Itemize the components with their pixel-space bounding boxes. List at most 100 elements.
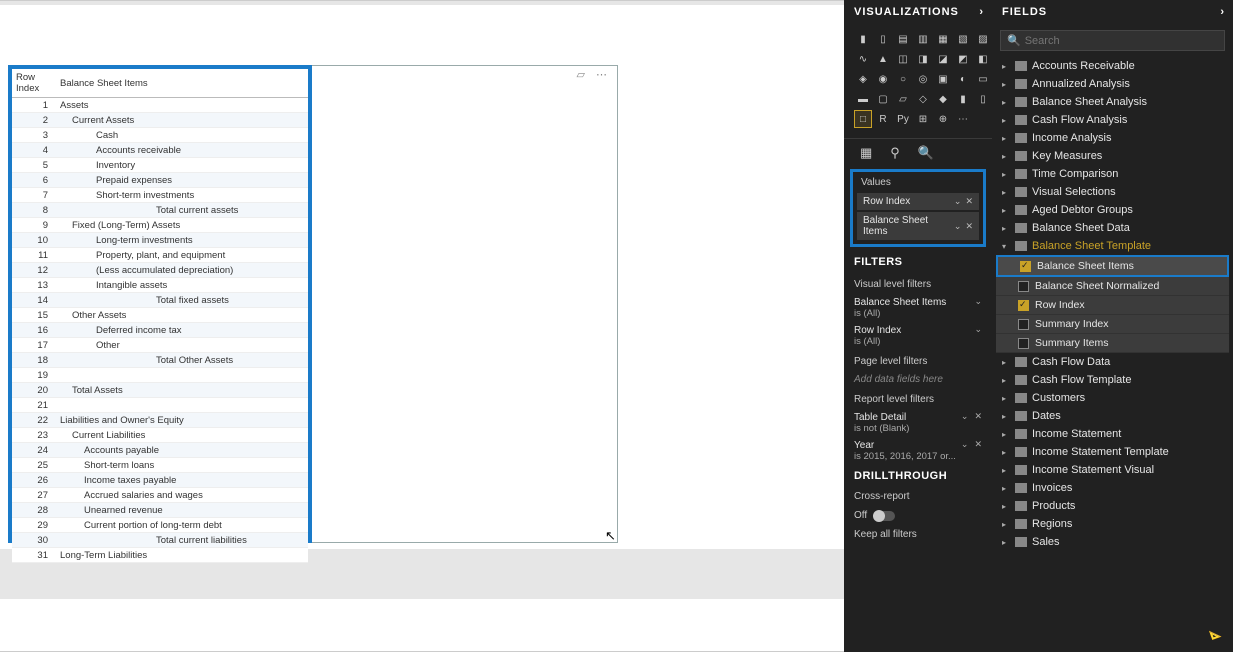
expand-icon[interactable]: ▸ <box>1002 170 1010 179</box>
tree-item[interactable]: ▸Income Statement <box>996 425 1229 443</box>
table-row[interactable]: 30Total current liabilities <box>12 533 308 548</box>
report-canvas[interactable]: ▱ ⋯ Row Index Balance Sheet Items 1Asset… <box>0 0 844 652</box>
table-row[interactable]: 7Short-term investments <box>12 188 308 203</box>
tree-item[interactable]: ▸Dates <box>996 407 1229 425</box>
chevron-down-icon[interactable]: ⌄ <box>954 196 962 207</box>
table-row[interactable]: 16Deferred income tax <box>12 323 308 338</box>
table-row[interactable]: 17Other <box>12 338 308 353</box>
viz-type-icon[interactable]: ◆ <box>934 90 952 108</box>
tree-item[interactable]: ▸Income Analysis <box>996 129 1229 147</box>
expand-icon[interactable]: ▸ <box>1002 116 1010 125</box>
viz-type-icon[interactable]: ◈ <box>854 70 872 88</box>
table-row[interactable]: 6Prepaid expenses <box>12 173 308 188</box>
table-row[interactable]: 12(Less accumulated depreciation) <box>12 263 308 278</box>
viz-type-icon[interactable]: ◎ <box>914 70 932 88</box>
col-balance-items[interactable]: Balance Sheet Items <box>56 69 308 98</box>
table-row[interactable]: 29Current portion of long-term debt <box>12 518 308 533</box>
viz-type-icon[interactable]: ◩ <box>954 50 972 68</box>
tree-item[interactable]: ▸Income Statement Visual <box>996 461 1229 479</box>
values-field-pill[interactable]: Balance Sheet Items⌄✕ <box>857 212 979 240</box>
expand-icon[interactable]: ▸ <box>1002 80 1010 89</box>
viz-type-icon[interactable]: ▢ <box>874 90 892 108</box>
field-checkbox[interactable] <box>1018 281 1029 292</box>
viz-type-icon[interactable]: ▯ <box>874 30 892 48</box>
viz-type-icon[interactable]: ▮ <box>954 90 972 108</box>
viz-type-icon[interactable]: □ <box>854 110 872 128</box>
expand-icon[interactable]: ▸ <box>1002 152 1010 161</box>
format-tab-icon[interactable]: ⚲ <box>890 145 900 161</box>
table-row[interactable]: 10Long-term investments <box>12 233 308 248</box>
table-row[interactable]: 25Short-term loans <box>12 458 308 473</box>
viz-type-icon[interactable]: ▱ <box>894 90 912 108</box>
analytics-tab-icon[interactable]: 🔍 <box>918 145 934 161</box>
table-row[interactable]: 27Accrued salaries and wages <box>12 488 308 503</box>
tree-item[interactable]: ▸Products <box>996 497 1229 515</box>
field-checkbox[interactable] <box>1020 261 1031 272</box>
expand-icon[interactable]: ▸ <box>1002 520 1010 529</box>
table-row[interactable]: 15Other Assets <box>12 308 308 323</box>
viz-type-icon[interactable]: ⊞ <box>914 110 932 128</box>
tree-item[interactable]: ▸Income Statement Template <box>996 443 1229 461</box>
viz-type-icon[interactable]: ▤ <box>894 30 912 48</box>
table-row[interactable]: 13Intangible assets <box>12 278 308 293</box>
table-row[interactable]: 28Unearned revenue <box>12 503 308 518</box>
field-checkbox[interactable] <box>1018 319 1029 330</box>
expand-icon[interactable]: ▸ <box>1002 98 1010 107</box>
visual-filter-item[interactable]: Row Index⌄is (All) <box>854 322 982 350</box>
tree-item[interactable]: ▸Sales <box>996 533 1229 551</box>
visual-filter-item[interactable]: Balance Sheet Items⌄is (All) <box>854 294 982 322</box>
table-row[interactable]: 1Assets <box>12 98 308 113</box>
viz-type-icon[interactable]: ○ <box>894 70 912 88</box>
table-visual-selected[interactable]: Row Index Balance Sheet Items 1Assets2Cu… <box>8 65 312 543</box>
table-row[interactable]: 9Fixed (Long-Term) Assets <box>12 218 308 233</box>
table-row[interactable]: 19 <box>12 368 308 383</box>
expand-icon[interactable]: ▸ <box>1002 134 1010 143</box>
viz-type-icon[interactable]: ◐ <box>954 70 972 88</box>
fields-tab-icon[interactable]: ▦ <box>860 145 872 161</box>
table-row[interactable]: 2Current Assets <box>12 113 308 128</box>
table-row[interactable]: 8Total current assets <box>12 203 308 218</box>
values-field-pill[interactable]: Row Index⌄✕ <box>857 193 979 210</box>
tree-item[interactable]: ▸Balance Sheet Data <box>996 219 1229 237</box>
expand-icon[interactable]: ▾ <box>1002 242 1010 251</box>
expand-icon[interactable]: ▸ <box>1002 358 1010 367</box>
viz-type-icon[interactable]: Py <box>894 110 912 128</box>
table-row[interactable]: 18Total Other Assets <box>12 353 308 368</box>
table-row[interactable]: 31Long-Term Liabilities <box>12 548 308 563</box>
viz-type-icon[interactable]: ∿ <box>854 50 872 68</box>
tree-item[interactable]: ▸Accounts Receivable <box>996 57 1229 75</box>
field-row[interactable]: Balance Sheet Items <box>996 255 1229 277</box>
tree-item[interactable]: ▸Cash Flow Data <box>996 353 1229 371</box>
expand-icon[interactable]: ▸ <box>1002 484 1010 493</box>
viz-type-icon[interactable]: ⋯ <box>954 110 972 128</box>
table-row[interactable]: 21 <box>12 398 308 413</box>
viz-type-icon[interactable]: ◨ <box>914 50 932 68</box>
expand-icon[interactable]: ▸ <box>1002 538 1010 547</box>
field-row[interactable]: Row Index <box>996 296 1229 315</box>
chevron-right-icon[interactable]: › <box>1220 6 1225 18</box>
expand-icon[interactable]: ▸ <box>1002 412 1010 421</box>
remove-icon[interactable]: ✕ <box>974 411 982 421</box>
viz-type-icon[interactable]: ▨ <box>974 30 992 48</box>
expand-icon[interactable]: ▸ <box>1002 502 1010 511</box>
viz-type-icon[interactable]: ⊕ <box>934 110 952 128</box>
field-row[interactable]: Summary Index <box>996 315 1229 334</box>
field-checkbox[interactable] <box>1018 300 1029 311</box>
expand-icon[interactable]: ▸ <box>1002 224 1010 233</box>
expand-icon[interactable]: ▸ <box>1002 448 1010 457</box>
add-fields-placeholder[interactable]: Add data fields here <box>854 371 982 388</box>
col-row-index[interactable]: Row Index <box>12 69 56 98</box>
viz-type-icon[interactable]: ◫ <box>894 50 912 68</box>
field-row[interactable]: Summary Items <box>996 334 1229 353</box>
table-row[interactable]: 4Accounts receivable <box>12 143 308 158</box>
viz-type-icon[interactable]: ▣ <box>934 70 952 88</box>
chevron-right-icon[interactable]: › <box>979 6 984 18</box>
viz-type-icon[interactable]: ▧ <box>954 30 972 48</box>
viz-type-icon[interactable]: ▯ <box>974 90 992 108</box>
expand-icon[interactable]: ▸ <box>1002 430 1010 439</box>
tree-item[interactable]: ▾Balance Sheet Template <box>996 237 1229 255</box>
expand-icon[interactable]: ▸ <box>1002 62 1010 71</box>
tree-item[interactable]: ▸Cash Flow Analysis <box>996 111 1229 129</box>
tree-item[interactable]: ▸Balance Sheet Analysis <box>996 93 1229 111</box>
remove-icon[interactable]: ✕ <box>965 221 973 232</box>
